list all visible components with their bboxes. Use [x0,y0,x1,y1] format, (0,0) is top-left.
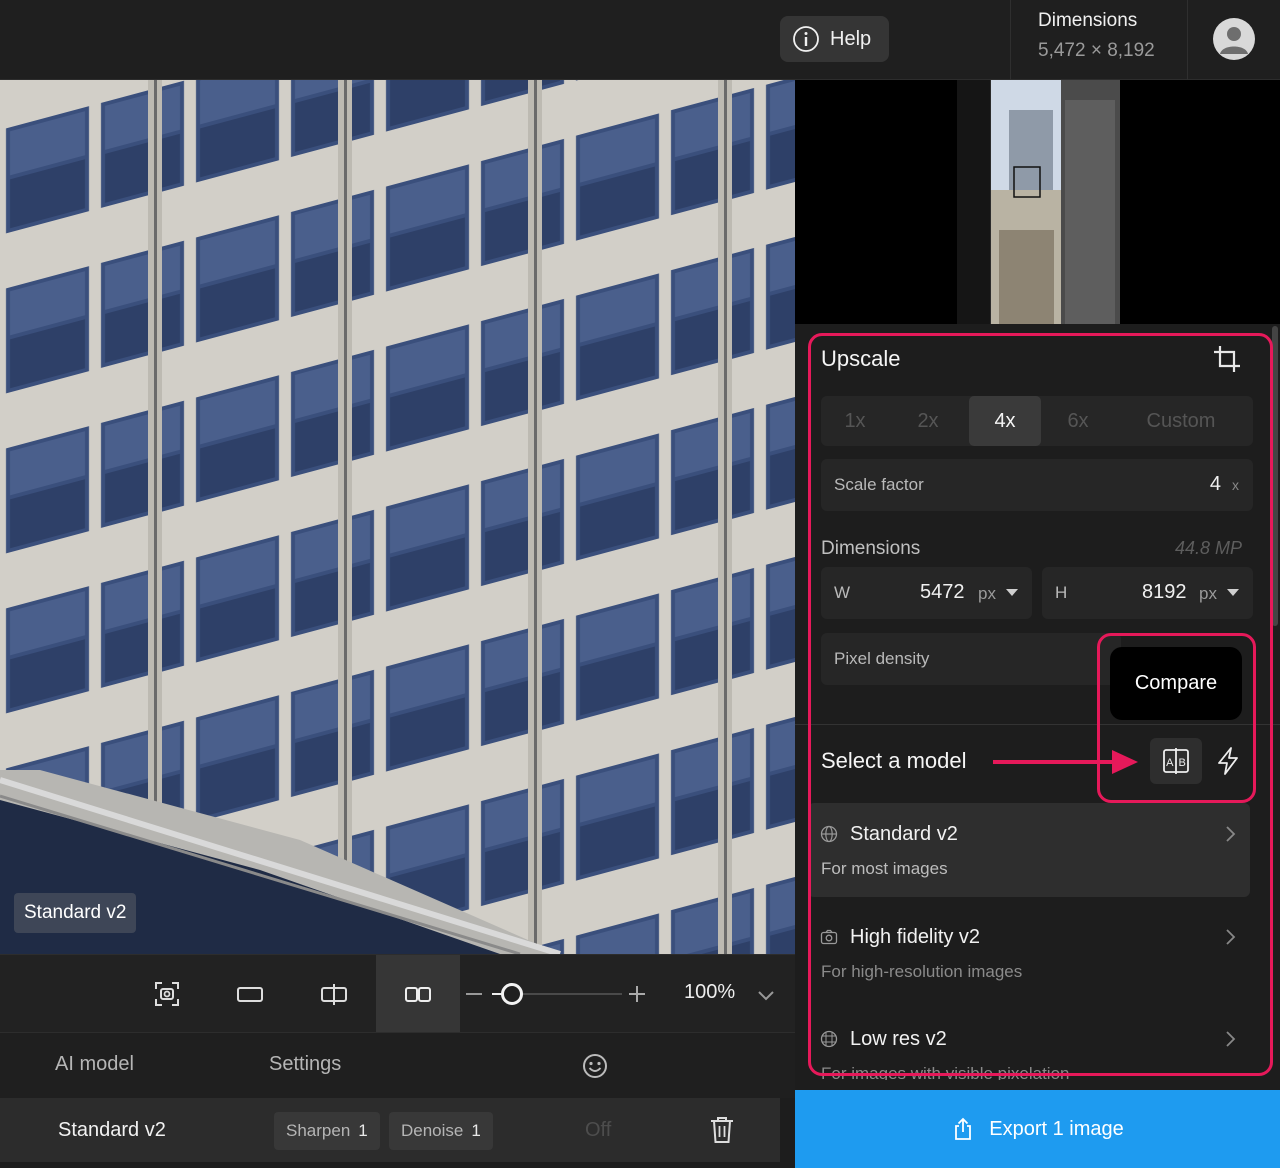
image-canvas[interactable]: Standard v2 [0,80,795,954]
sharpen-chip[interactable]: Sharpen 1 [274,1112,380,1150]
sharpen-label: Sharpen [286,1121,351,1140]
denoise-chip[interactable]: Denoise 1 [389,1112,493,1150]
export-label: Export 1 image [989,1117,1124,1140]
navigator-preview[interactable] [795,80,1280,324]
image-dimensions-info: Dimensions 5,472 × 8,192 [1010,0,1188,80]
bottom-tabs: AI model Settings [0,1032,795,1098]
applied-model-name: Standard v2 [58,1119,166,1141]
highlight-box-compare [1097,633,1256,803]
canvas-model-label: Standard v2 [14,893,137,933]
single-frame-icon [237,987,263,1002]
dimensions-value: 5,472 × 8,192 [1038,40,1155,61]
denoise-label: Denoise [401,1121,464,1140]
zoom-out-icon[interactable] [466,993,482,995]
denoise-value: 1 [471,1121,481,1140]
sharpen-value: 1 [358,1121,368,1140]
top-bar: Help Dimensions 5,472 × 8,192 [0,0,1280,80]
help-label: Help [830,27,872,50]
building-facade-image [0,80,795,954]
dimensions-title: Dimensions [1038,10,1138,31]
snapshot-button[interactable] [125,955,209,1033]
split-view-button[interactable] [292,955,376,1033]
off-toggle[interactable]: Off [585,1119,611,1142]
smiley-icon[interactable] [582,1053,608,1079]
screenshot-icon [155,982,179,1006]
side-by-side-view-button[interactable] [376,955,460,1033]
help-button[interactable]: Help [780,16,889,62]
zoom-level[interactable]: 100% [684,981,735,1004]
split-view-icon [321,984,347,1005]
info-icon [793,26,819,52]
zoom-in-icon[interactable] [628,985,646,1003]
tab-settings[interactable]: Settings [269,1053,341,1076]
share-upload-icon [955,1117,972,1140]
zoom-slider-thumb[interactable] [500,983,523,1005]
side-by-side-icon [405,987,431,1002]
app-root: Help Dimensions 5,472 × 8,192 Standard v… [0,0,1280,1168]
user-avatar[interactable] [1213,18,1255,60]
tab-ai-model[interactable]: AI model [55,1053,134,1076]
chevron-down-icon[interactable] [756,985,776,1005]
export-button[interactable]: Export 1 image [795,1090,1280,1168]
applied-model-row[interactable]: Standard v2 Sharpen 1 Denoise 1 Off [0,1098,780,1162]
user-icon [1220,27,1248,54]
trash-icon[interactable] [708,1115,736,1145]
view-toolbar: 100% [0,954,795,1033]
single-view-button[interactable] [208,955,292,1033]
preview-thumbnail [957,80,1120,324]
